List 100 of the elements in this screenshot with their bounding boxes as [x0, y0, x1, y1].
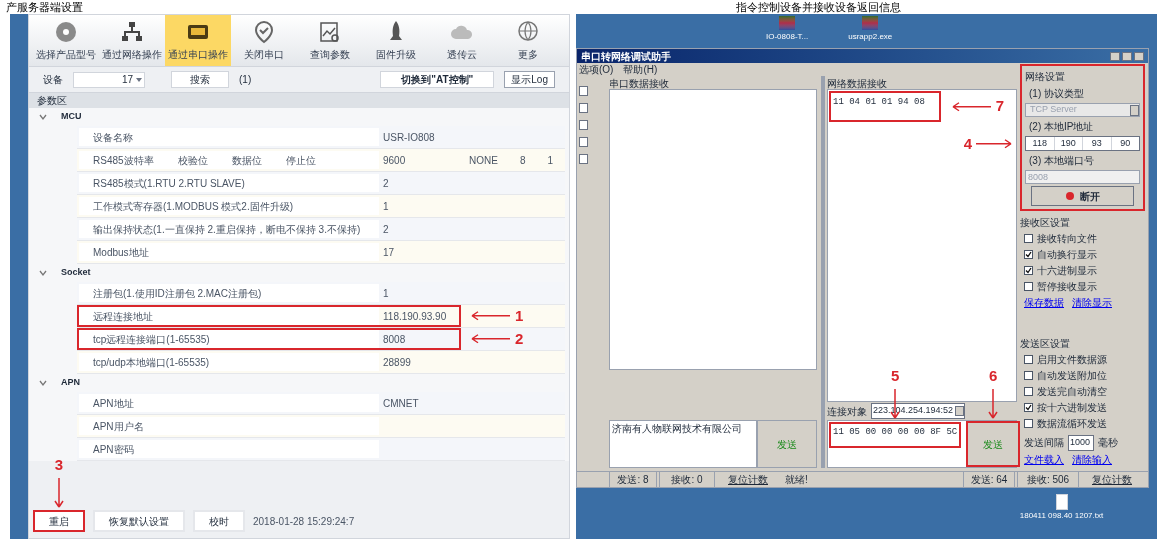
- collapse-caret-icon[interactable]: [39, 113, 47, 121]
- field-label: 设备: [43, 73, 63, 87]
- parameter-value: 28899: [383, 355, 411, 370]
- status-text: 发送: 64: [963, 471, 1015, 488]
- reset-link[interactable]: 复位计数: [717, 472, 779, 487]
- group-title: 接收区设置: [1020, 216, 1071, 230]
- toolbar-button[interactable]: 通过串口操作: [165, 15, 231, 66]
- caption-text: 产服务器端设置: [6, 0, 83, 14]
- checkbox[interactable]: [1024, 387, 1033, 396]
- parameter-label: tcp/udp本地端口(1-65535): [93, 355, 210, 370]
- link[interactable]: 保存数据: [1024, 295, 1064, 310]
- parameter-value: 8: [519, 153, 526, 168]
- callout-number: 5: [890, 365, 900, 386]
- maximize-button[interactable]: [1122, 51, 1132, 61]
- link[interactable]: 清除显示: [1072, 295, 1112, 310]
- checkbox-label: 接收转向文件: [1037, 232, 1097, 246]
- checkbox[interactable]: [1024, 282, 1033, 291]
- parameter-value: USR-IO808: [383, 130, 435, 145]
- checkbox-label: 自动发送附加位: [1037, 369, 1107, 383]
- checkbox[interactable]: [1024, 266, 1033, 275]
- checkbox-label: 十六进制显示: [1037, 264, 1097, 278]
- field-label: 发送间隔: [1024, 436, 1064, 451]
- action-button[interactable]: 重启: [33, 510, 85, 532]
- log-button[interactable]: 显示Log: [504, 71, 555, 88]
- parameter-value: NONE: [469, 153, 498, 168]
- text-file-icon: [1055, 494, 1068, 510]
- desktop-icon-label[interactable]: IO-0808-T...: [766, 31, 809, 43]
- action-button[interactable]: 恢复默认设置: [93, 510, 185, 532]
- field-label: 连接对象: [827, 404, 867, 419]
- parameter-label: 数据位: [231, 153, 262, 168]
- checkbox[interactable]: [1024, 419, 1033, 428]
- parameter-value: 2: [383, 176, 389, 191]
- checkbox-label: 暂停接收显示: [1037, 280, 1097, 294]
- toolbar-button[interactable]: 选择产品型号: [33, 15, 99, 66]
- toolbar-button[interactable]: 查询参数: [297, 15, 363, 66]
- interval-field[interactable]: 1000: [1068, 435, 1094, 451]
- received-data: 11 04 01 01 94 08: [829, 91, 941, 122]
- arrow-icon: [951, 101, 992, 112]
- section-title: MCU: [61, 110, 82, 124]
- checkbox[interactable]: [1024, 234, 1033, 243]
- collapse-caret-icon[interactable]: [39, 379, 47, 387]
- checkbox[interactable]: [1024, 371, 1033, 380]
- reset-link[interactable]: 复位计数: [1081, 472, 1143, 487]
- field-label: (3) 本地端口号: [1028, 154, 1095, 168]
- archive-icon: [862, 16, 879, 30]
- checkbox[interactable]: [1024, 250, 1033, 259]
- globe-icon: [516, 19, 540, 44]
- desktop-icon-label[interactable]: 180411 098.40 1207.txt: [1019, 510, 1104, 522]
- send-field[interactable]: 11 05 00 00 00 00 8F 5C: [829, 422, 962, 448]
- desktop-icon-label[interactable]: usrapp2.exe: [848, 31, 893, 43]
- menu-item[interactable]: 选项(O): [579, 62, 614, 77]
- device-dropdown[interactable]: 17: [73, 71, 145, 88]
- status-text: 发送: 8: [609, 471, 657, 488]
- status-text: 接收: 0: [659, 471, 715, 488]
- toolbar-button[interactable]: 关闭串口: [231, 15, 297, 66]
- ip-address-field[interactable]: 118 190 93 90: [1025, 136, 1140, 151]
- action-button[interactable]: 校时: [193, 510, 245, 532]
- arrow-icon: [471, 334, 511, 344]
- send-field[interactable]: 济南有人物联网技术有限公司: [609, 420, 757, 468]
- link[interactable]: 文件载入: [1024, 451, 1064, 467]
- parameter-value: 9600: [383, 153, 406, 168]
- disconnect-button[interactable]: 断开: [1031, 186, 1134, 206]
- status-text: 就绪!: [784, 473, 809, 487]
- minimize-button[interactable]: [1110, 51, 1120, 61]
- callout-number: 4: [963, 133, 972, 154]
- parameter-value: 1: [383, 199, 389, 214]
- callout-number: 1: [515, 305, 524, 326]
- result-count: (1): [239, 73, 252, 87]
- toolbar-button[interactable]: 更多: [495, 15, 561, 66]
- network-icon: [120, 19, 144, 44]
- parameter-label: RS485波特率: [93, 153, 154, 168]
- switch-mode-button[interactable]: 切换到"AT控制": [380, 71, 495, 88]
- collapse-caret-icon[interactable]: [39, 269, 47, 277]
- timestamp: 2018-01-28 15:29:24:7: [253, 514, 355, 529]
- parameter-label: APN地址: [93, 396, 134, 411]
- parameter-label: 校验位: [177, 153, 208, 168]
- menu-item[interactable]: 帮助(H): [623, 62, 658, 77]
- check-pin-icon: [252, 19, 276, 44]
- link[interactable]: 清除输入: [1072, 451, 1112, 467]
- checkbox[interactable]: [1024, 355, 1033, 364]
- toolbar-button[interactable]: 通过网络操作: [99, 15, 165, 66]
- panel-title: 参数区: [29, 93, 569, 108]
- callout-number: 2: [515, 328, 524, 349]
- toolbar-button[interactable]: 固件升级: [363, 15, 429, 66]
- section-title: APN: [61, 376, 80, 390]
- arrow-icon: [54, 478, 64, 508]
- toolbar-button[interactable]: 透传云: [429, 15, 495, 66]
- section-title: Socket: [61, 266, 91, 280]
- arrow-icon: [976, 138, 1012, 149]
- parameter-label: APN密码: [93, 442, 134, 457]
- parameter-label: tcp远程连接端口(1-65535): [93, 332, 210, 347]
- search-button[interactable]: 搜索: [171, 71, 229, 88]
- parameter-label: 远程连接地址: [93, 309, 153, 324]
- close-button[interactable]: [1134, 51, 1144, 61]
- parameter-value: 1: [383, 286, 389, 301]
- checkbox[interactable]: [1024, 403, 1033, 412]
- parameter-value: 8008: [383, 332, 406, 347]
- parameter-label: 注册包(1.使用ID注册包 2.MAC注册包): [93, 286, 262, 301]
- window-title: 串口转网络调试助手: [581, 49, 671, 64]
- callout-number: 7: [995, 96, 1005, 116]
